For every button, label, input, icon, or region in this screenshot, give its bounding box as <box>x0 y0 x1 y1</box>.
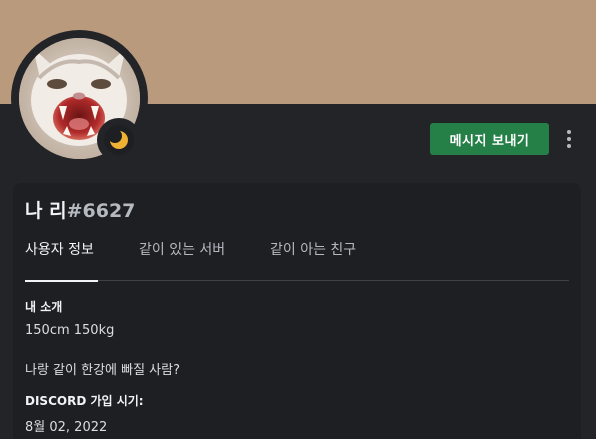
about-me-heading: 내 소개 <box>25 300 63 314</box>
dot-icon <box>567 130 571 134</box>
member-since-date: 8월 02, 2022 <box>25 420 108 435</box>
idle-status-glyph <box>108 129 128 149</box>
profile-info-card: 나 리 #6627 사용자 정보 같이 있는 서버 같이 아는 친구 내 소개 … <box>13 183 581 439</box>
more-vertical-icon[interactable] <box>560 126 578 152</box>
tab-mutual-friends[interactable]: 같이 아는 친구 <box>270 239 356 281</box>
user-profile-popout: 메시지 보내기 나 리 #6627 사용자 정보 같이 있는 서버 같이 아는 … <box>0 0 596 439</box>
display-name: 나 리 <box>25 200 67 222</box>
about-me-line: 150cm 150kg <box>25 323 115 338</box>
profile-tabs: 사용자 정보 같이 있는 서버 같이 아는 친구 <box>25 239 569 282</box>
about-me-line: 나랑 같이 한강에 빠질 사람? <box>25 363 180 378</box>
dot-icon <box>567 144 571 148</box>
discriminator: #6627 <box>66 200 136 222</box>
tab-user-info[interactable]: 사용자 정보 <box>25 239 98 282</box>
send-message-button[interactable]: 메시지 보내기 <box>430 123 549 155</box>
status-frame <box>97 118 141 162</box>
tab-mutual-servers[interactable]: 같이 있는 서버 <box>139 239 225 281</box>
member-since-heading: DISCORD 가입 시기: <box>25 394 144 408</box>
dot-icon <box>567 137 571 141</box>
username-row: 나 리 #6627 <box>25 196 135 223</box>
moon-idle-icon <box>104 125 134 155</box>
